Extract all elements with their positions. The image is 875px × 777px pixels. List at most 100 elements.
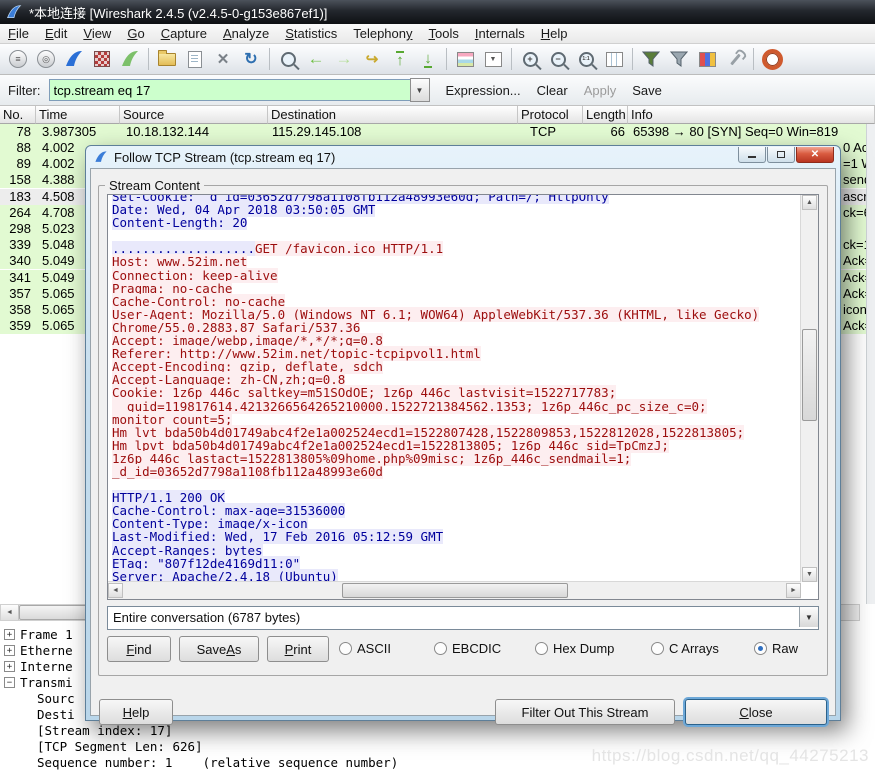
column-header-time[interactable]: Time <box>36 106 120 124</box>
scroll-left-icon[interactable]: ◄ <box>108 583 123 598</box>
save-as-button[interactable]: Save As <box>179 636 259 662</box>
stop-capture-icon[interactable] <box>89 46 115 72</box>
stream-line: ETag: "807f12de4169d11:0" <box>112 555 301 571</box>
stream-line: 1z6p_446c_lastact=1522813805%09home.php%… <box>112 450 632 466</box>
go-forward-icon[interactable]: → <box>331 46 357 72</box>
apply-button[interactable]: Apply <box>584 83 617 98</box>
menu-internals[interactable]: Internals <box>467 25 533 42</box>
stream-text: Set-Cookie: _d_id=03652d7798a1108fb112a4… <box>112 195 801 582</box>
minimize-button[interactable] <box>738 147 766 163</box>
cell-info: 65398 → 80 [SYN] Seq=0 Win=819 <box>633 124 839 139</box>
scroll-thumb[interactable] <box>342 583 568 598</box>
radio-dot-icon <box>651 642 664 655</box>
start-capture-icon[interactable] <box>61 46 87 72</box>
column-header-length[interactable]: Length <box>583 106 628 124</box>
close-file-icon[interactable]: ✕ <box>210 46 236 72</box>
save-file-icon[interactable] <box>182 46 208 72</box>
cell-no: 78 <box>16 124 31 139</box>
zoom-out-icon[interactable]: − <box>545 46 571 72</box>
expand-icon[interactable]: + <box>4 661 15 672</box>
go-back-icon[interactable]: ← <box>303 46 329 72</box>
menu-telephony[interactable]: Telephony <box>345 25 420 42</box>
packet-row[interactable]: 78 3.987305 10.18.132.144 115.29.145.108… <box>0 124 875 140</box>
close-button[interactable]: Close <box>685 699 827 725</box>
radio-carrays[interactable]: C Arrays <box>651 641 719 656</box>
menu-tools[interactable]: Tools <box>421 25 467 42</box>
save-button[interactable]: Save <box>632 83 662 98</box>
filter-dropdown-icon[interactable]: ▼ <box>409 78 430 102</box>
scroll-left-icon[interactable]: ◄ <box>1 605 19 620</box>
coloring-rules-icon[interactable] <box>694 46 720 72</box>
radio-raw[interactable]: Raw <box>754 641 798 656</box>
column-header-info[interactable]: Info <box>628 106 875 124</box>
radio-ebcdic[interactable]: EBCDIC <box>434 641 501 656</box>
go-to-packet-icon[interactable]: ↪ <box>359 46 385 72</box>
scroll-up-icon[interactable]: ▲ <box>802 195 817 210</box>
packet-list-vscrollbar[interactable] <box>866 124 875 604</box>
go-bottom-icon[interactable]: ↓ <box>415 46 441 72</box>
expression-button[interactable]: Expression... <box>446 83 521 98</box>
menu-analyze[interactable]: Analyze <box>215 25 277 42</box>
auto-scroll-icon[interactable]: ▼ <box>480 46 506 72</box>
print-button[interactable]: Print <box>267 636 329 662</box>
cell-no: 357 <box>9 285 31 301</box>
display-filter-icon[interactable] <box>666 46 692 72</box>
zoom-in-icon[interactable]: + <box>517 46 543 72</box>
scroll-right-icon[interactable]: ► <box>786 583 801 598</box>
column-header-source[interactable]: Source <box>120 106 268 124</box>
restart-capture-icon[interactable] <box>117 46 143 72</box>
stream-vscrollbar[interactable]: ▲ ▼ <box>800 195 818 582</box>
find-packet-icon[interactable] <box>275 46 301 72</box>
menu-go[interactable]: Go <box>119 25 152 42</box>
radio-dot-icon <box>754 642 767 655</box>
reload-icon[interactable]: ↻ <box>238 46 264 72</box>
cell-time: 5.065 <box>42 302 75 317</box>
filter-input[interactable] <box>48 79 410 101</box>
column-header-no[interactable]: No. <box>0 106 36 124</box>
preferences-icon[interactable] <box>722 46 748 72</box>
find-button[interactable]: Find <box>107 636 171 662</box>
column-header-protocol[interactable]: Protocol <box>518 106 583 124</box>
resize-columns-icon[interactable] <box>601 46 627 72</box>
menu-file[interactable]: File <box>0 25 37 42</box>
stream-line: Cookie: 1z6p_446c_saltkey=m51SOdOE; 1z6p… <box>112 385 617 401</box>
detail-text: Frame 1 <box>20 627 73 642</box>
chevron-down-icon[interactable]: ▼ <box>799 607 818 627</box>
menu-capture[interactable]: Capture <box>153 25 215 42</box>
stream-text-area[interactable]: Set-Cookie: _d_id=03652d7798a1108fb112a4… <box>107 194 819 600</box>
expand-icon[interactable]: + <box>4 645 15 656</box>
scroll-thumb[interactable] <box>802 329 817 421</box>
clear-button[interactable]: Clear <box>537 83 568 98</box>
menu-edit[interactable]: Edit <box>37 25 75 42</box>
stream-hscrollbar[interactable]: ◄ ► <box>108 581 801 599</box>
capture-filter-icon[interactable] <box>638 46 664 72</box>
close-window-icon[interactable]: ✕ <box>796 147 834 163</box>
help-icon[interactable] <box>759 46 785 72</box>
open-file-icon[interactable] <box>154 46 180 72</box>
dialog-title-bar[interactable]: Follow TCP Stream (tcp.stream eq 17) ✕ <box>86 146 840 168</box>
radio-ascii[interactable]: ASCII <box>339 641 391 656</box>
zoom-100-icon[interactable]: 1:1 <box>573 46 599 72</box>
menu-help[interactable]: Help <box>533 25 576 42</box>
menu-view[interactable]: View <box>75 25 119 42</box>
capture-options-icon[interactable]: ◎ <box>33 46 59 72</box>
cell-time: 5.049 <box>42 253 75 269</box>
collapse-icon[interactable]: − <box>4 677 15 688</box>
radio-label: Hex Dump <box>553 641 615 656</box>
conversation-value: Entire conversation (6787 bytes) <box>113 610 301 625</box>
menu-statistics[interactable]: Statistics <box>277 25 345 42</box>
maximize-button[interactable] <box>767 147 795 163</box>
filter-out-this-stream-button[interactable]: Filter Out This Stream <box>495 699 675 725</box>
stream-line: Hm_lvt_bda50b4d01749abc4f2e1a002524ecd1=… <box>112 424 745 440</box>
radio-hexdump[interactable]: Hex Dump <box>535 641 614 656</box>
list-interfaces-icon[interactable]: ≡ <box>5 46 31 72</box>
cell-time: 5.049 <box>42 269 75 285</box>
go-top-icon[interactable]: ↑ <box>387 46 413 72</box>
conversation-select[interactable]: Entire conversation (6787 bytes) ▼ <box>107 606 819 630</box>
expand-icon[interactable]: + <box>4 629 15 640</box>
scroll-down-icon[interactable]: ▼ <box>802 567 817 582</box>
title-bar[interactable]: *本地连接 [Wireshark 2.4.5 (v2.4.5-0-g153e86… <box>0 0 875 24</box>
colorize-icon[interactable] <box>452 46 478 72</box>
column-header-destination[interactable]: Destination <box>268 106 518 124</box>
help-button[interactable]: Help <box>99 699 173 725</box>
